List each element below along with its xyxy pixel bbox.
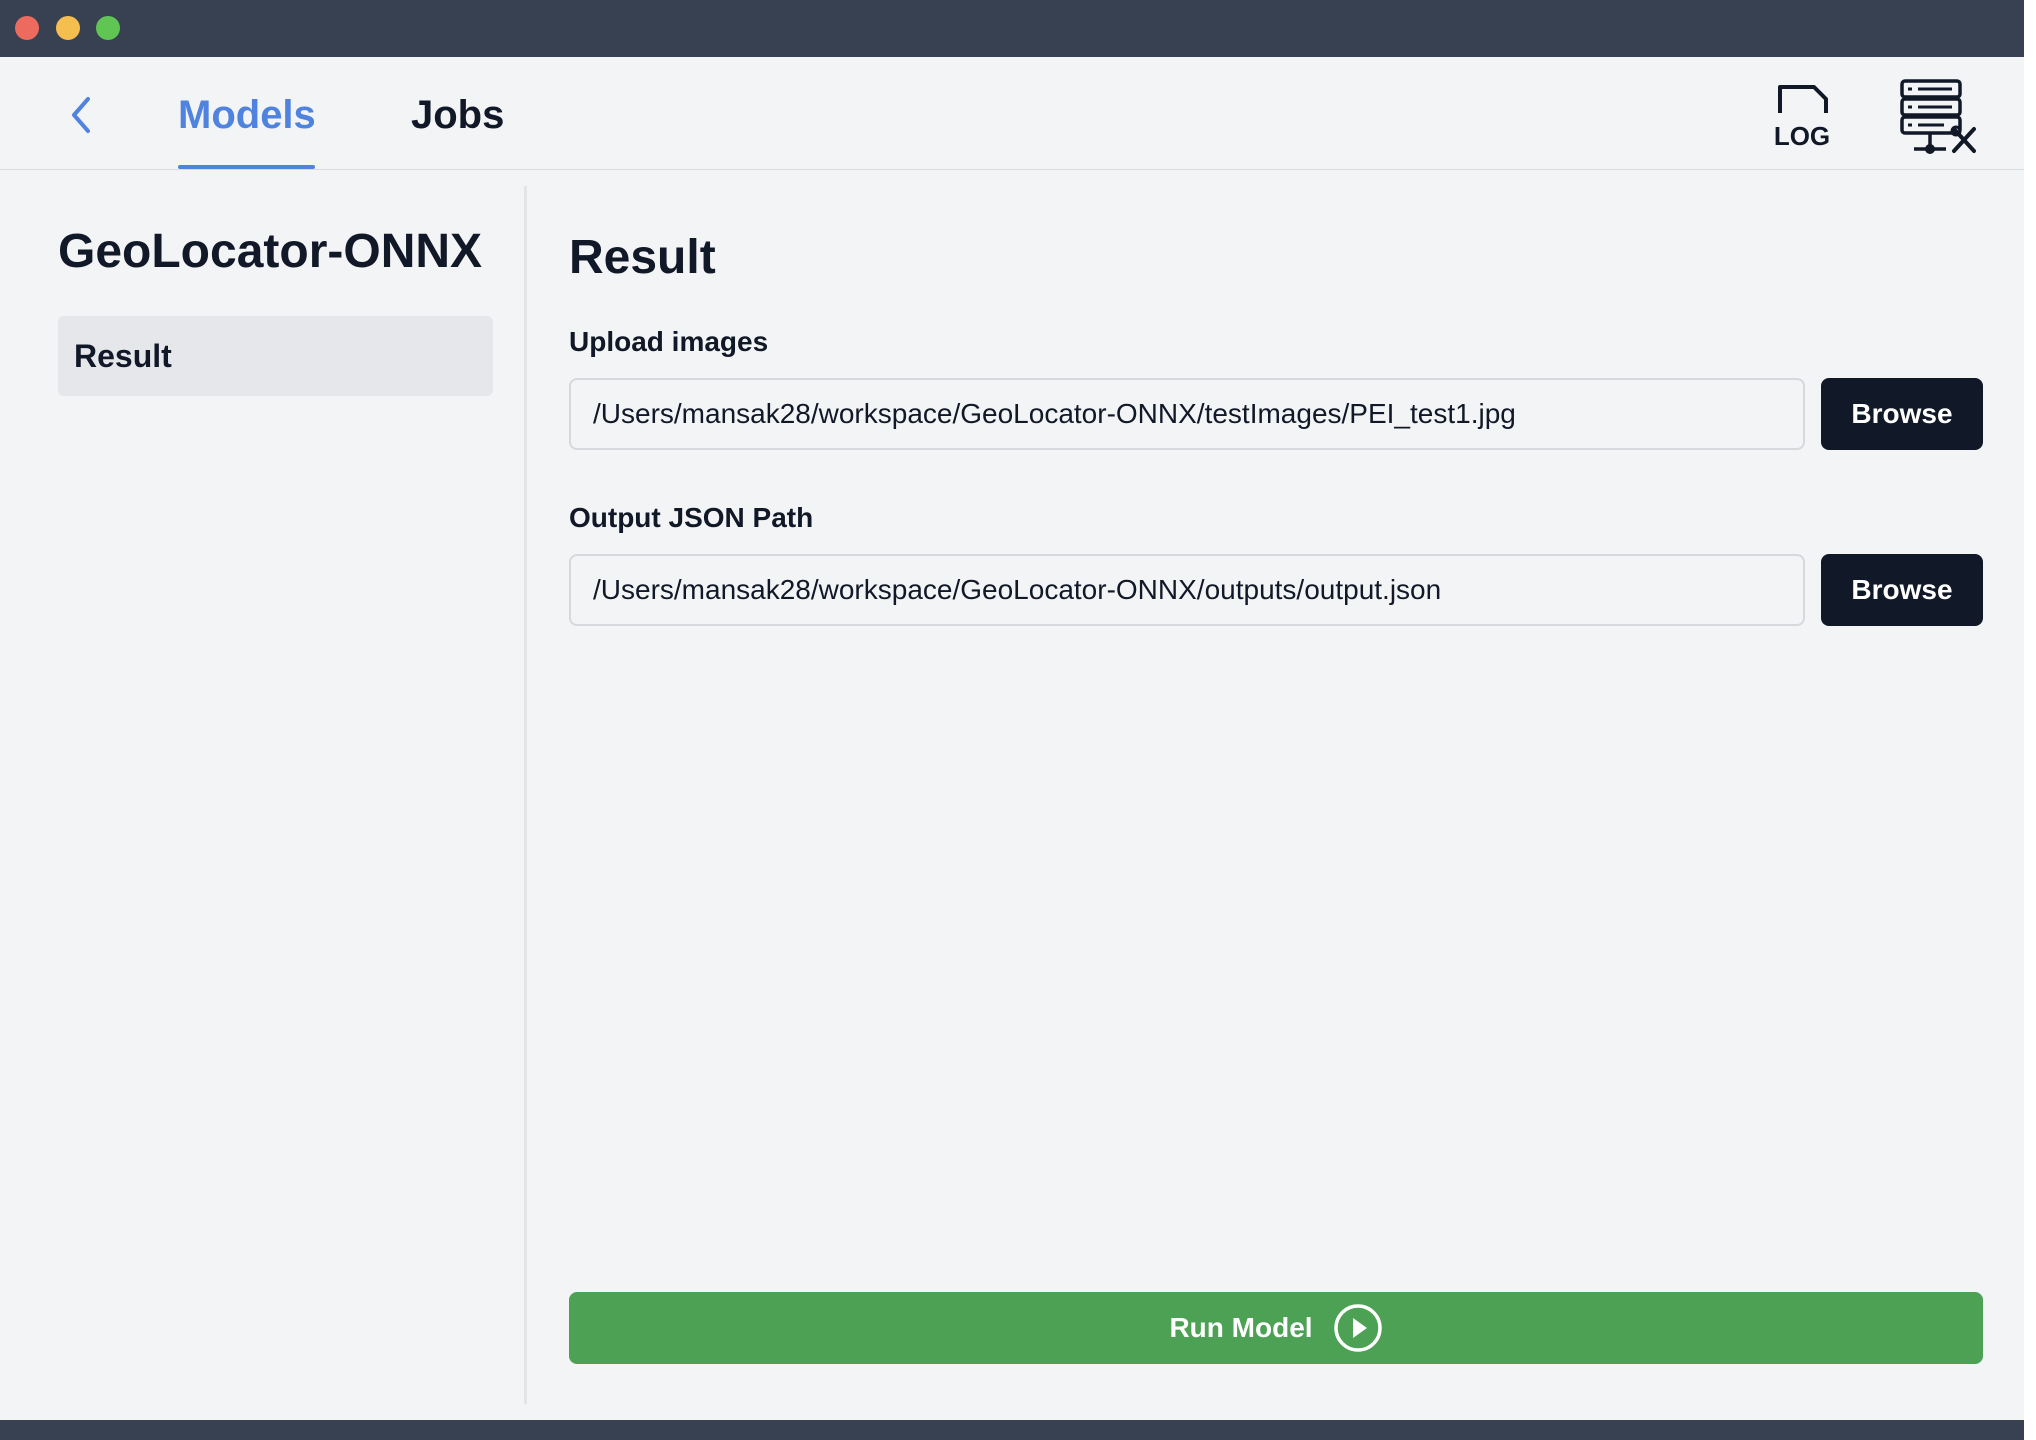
- main-panel: Result Upload images Browse Output JSON …: [569, 186, 1983, 1404]
- play-circle-icon: [1333, 1304, 1382, 1352]
- log-label: LOG: [1774, 121, 1830, 151]
- active-tab-indicator: [178, 165, 315, 169]
- log-file-icon: LOG: [1774, 85, 1830, 151]
- tab-models[interactable]: Models: [178, 91, 316, 139]
- back-button[interactable]: [62, 93, 102, 137]
- upload-images-label: Upload images: [569, 326, 769, 357]
- tab-jobs[interactable]: Jobs: [411, 91, 504, 139]
- close-window-button[interactable]: [15, 16, 39, 40]
- sidebar: GeoLocator-ONNX Result: [0, 186, 527, 1404]
- window-edge: [2024, 0, 2036, 1440]
- top-navigation: Models Jobs LOG: [0, 57, 2024, 170]
- output-browse-button[interactable]: Browse: [1821, 554, 1983, 626]
- server-settings-button[interactable]: [1894, 77, 1978, 157]
- section-title: Result: [569, 231, 716, 284]
- server-tools-icon: [1900, 79, 1976, 154]
- chevron-left-icon: [72, 97, 90, 133]
- output-json-path-label: Output JSON Path: [569, 502, 814, 533]
- bottom-bar: [0, 1420, 2024, 1440]
- maximize-window-button[interactable]: [96, 16, 120, 40]
- run-model-label: Run Model: [1169, 1312, 1313, 1343]
- minimize-window-button[interactable]: [56, 16, 80, 40]
- run-model-button[interactable]: Run Model: [569, 1292, 1983, 1364]
- title-bar: [0, 0, 2024, 57]
- sidebar-item-result[interactable]: Result: [58, 316, 493, 396]
- sidebar-item-label: Result: [74, 338, 172, 374]
- upload-browse-button[interactable]: Browse: [1821, 378, 1983, 450]
- model-name: GeoLocator-ONNX: [58, 225, 483, 278]
- log-button[interactable]: LOG: [1766, 81, 1838, 153]
- output-json-path-input[interactable]: [569, 554, 1805, 626]
- upload-images-input[interactable]: [569, 378, 1805, 450]
